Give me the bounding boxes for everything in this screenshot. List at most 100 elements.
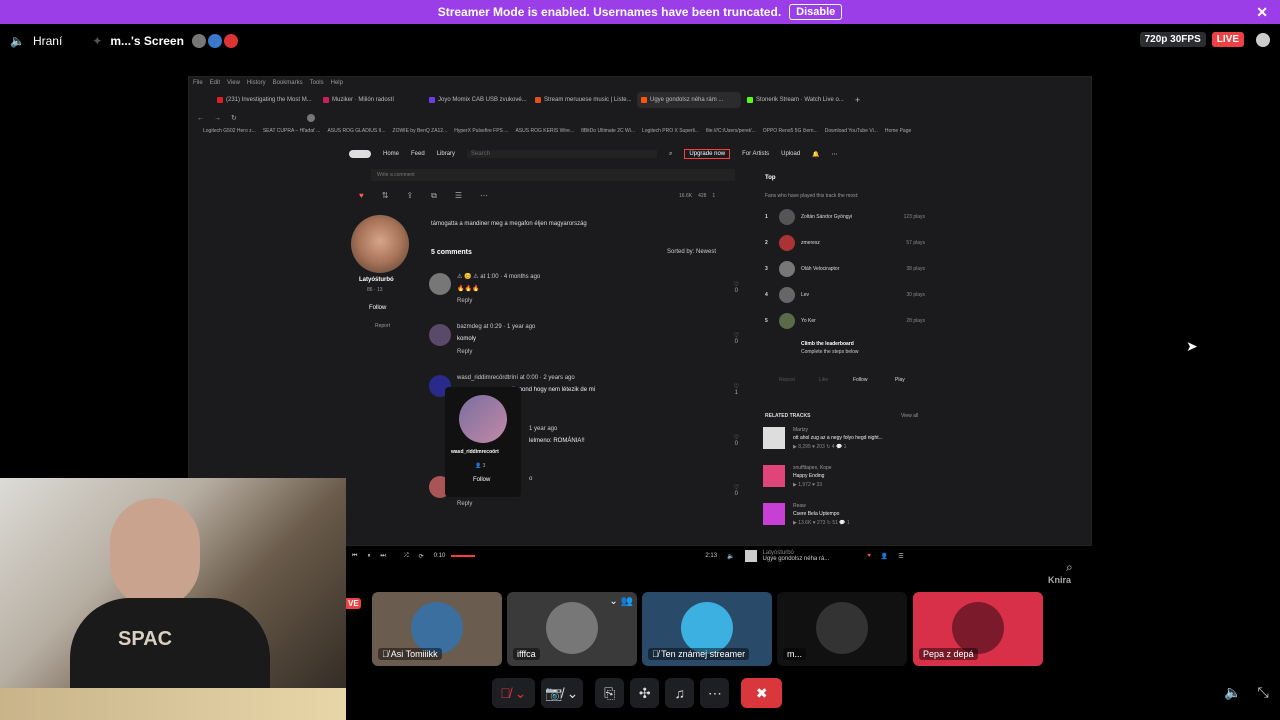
viewer-avatar[interactable] — [191, 34, 206, 48]
bookmark-item[interactable]: file:///C:/Users/peret/... — [706, 128, 756, 134]
commenter-avatar[interactable] — [429, 273, 451, 295]
previous-icon[interactable]: ⏮ — [352, 553, 357, 560]
search-input[interactable]: Search — [467, 150, 658, 158]
participant-tile[interactable]: ifffca ⌄ 👥 — [507, 592, 637, 666]
queue-icon[interactable]: ☰ — [898, 553, 903, 560]
bookmark-item[interactable]: Logitech G502 Hero z... — [203, 128, 256, 134]
reply-button[interactable]: Reply — [457, 298, 472, 304]
copy-icon[interactable]: ⧉ — [431, 191, 437, 201]
comment-like[interactable]: ♡ 0 — [734, 281, 739, 294]
participant-tile[interactable]: m... — [777, 592, 907, 666]
leave-call-button[interactable]: ✖ — [741, 678, 783, 708]
address-bar[interactable]: ← → ↻ — [189, 111, 1091, 125]
soundcloud-logo-icon[interactable] — [349, 150, 371, 158]
more-icon[interactable]: ⋯ — [832, 151, 838, 158]
repost-icon[interactable]: ⇅ — [382, 191, 389, 201]
artist-name[interactable]: Latyóśturbó — [359, 277, 394, 283]
play-action[interactable]: Play — [895, 377, 905, 383]
camera-off-button[interactable]: 📷̸ ⌄ — [540, 678, 584, 708]
mic-muted-button[interactable]: 🎙̸ ⌄ — [492, 678, 535, 708]
hover-card-follow-button[interactable]: Follow — [473, 477, 490, 483]
participant-menu-icon[interactable]: ⌄ 👥 — [609, 596, 633, 607]
comment-like[interactable]: ♡ 0 — [734, 484, 739, 497]
close-icon[interactable]: ✕ — [1256, 4, 1268, 21]
report-link[interactable]: Report — [375, 323, 390, 329]
bookmark-item[interactable]: ASUS ROG GLADIUS II... — [327, 128, 385, 134]
fan-item[interactable]: 5 Yo Ker 28 plays — [765, 311, 925, 331]
browser-tab[interactable]: Muziker · Milión radostí — [319, 92, 423, 108]
forward-icon[interactable]: → — [214, 115, 221, 122]
share-screen-button[interactable]: ⎘ — [595, 678, 625, 708]
menu-history[interactable]: History — [247, 80, 266, 86]
browser-tab[interactable]: Stonerik Stream · Watch Live o... — [743, 92, 847, 108]
nav-feed[interactable]: Feed — [411, 151, 425, 157]
artist-avatar[interactable] — [351, 215, 409, 273]
new-tab-icon[interactable]: + — [855, 95, 860, 105]
chat-icon[interactable] — [1256, 32, 1270, 47]
related-track[interactable]: snuffitapes, Kope Happy Ending ▶ 1,972 ♥… — [763, 465, 923, 499]
fan-item[interactable]: 1 Zoltán Sándor Gyöngyi 123 plays — [765, 207, 925, 227]
participant-tile[interactable]: 🎙̸ Asi Tomiiikk — [372, 592, 502, 666]
shuffle-icon[interactable]: ⤮ — [404, 553, 409, 560]
menu-file[interactable]: File — [193, 80, 203, 86]
menu-edit[interactable]: Edit — [210, 80, 220, 86]
menu-bookmarks[interactable]: Bookmarks — [273, 80, 303, 86]
player-follow-icon[interactable]: 👤 — [881, 553, 888, 560]
more-icon[interactable]: ⋯ — [480, 191, 488, 201]
nav-for-artists[interactable]: For Artists — [742, 151, 769, 157]
soundboard-button[interactable]: ♫ — [665, 678, 695, 708]
nav-library[interactable]: Library — [437, 151, 455, 157]
browser-tab[interactable]: Stream meruuese music | Liste... — [531, 92, 635, 108]
exit-fullscreen-icon[interactable]: ⤡ — [1257, 684, 1268, 701]
related-track[interactable]: Reaw Csere Bela Uptempo ▶ 13.6K ♥ 273 ↻ … — [763, 503, 923, 537]
like-action[interactable]: Like — [819, 377, 828, 383]
reply-button[interactable]: Reply — [457, 501, 472, 507]
fan-item[interactable]: 3 Oláh Velociraptor 38 plays — [765, 259, 925, 279]
bookmark-item[interactable]: 8BitDo Ultimate 2C Wi... — [581, 128, 635, 134]
view-all-link[interactable]: View all — [901, 413, 918, 419]
comment-input[interactable]: Write a comment — [371, 169, 735, 181]
viewer-avatar[interactable] — [207, 34, 222, 48]
bookmark-item[interactable]: ZOWIE by BenQ ZA12... — [393, 128, 448, 134]
follow-action[interactable]: Follow — [853, 377, 867, 383]
playlist-icon[interactable]: ☰ — [455, 191, 462, 201]
sort-dropdown[interactable]: Sorted by: Newest — [667, 249, 716, 255]
upgrade-button[interactable]: Upgrade now — [684, 149, 731, 159]
disable-button[interactable]: Disable — [789, 4, 843, 20]
comment-like[interactable]: ♡ 0 — [734, 434, 739, 447]
menu-view[interactable]: View — [227, 80, 240, 86]
bookmark-item[interactable]: SEAT CUPRA – Hľadať ... — [263, 128, 321, 134]
back-icon[interactable]: ← — [197, 115, 204, 122]
repeat-icon[interactable]: ⟳ — [419, 553, 424, 560]
repost-action[interactable]: Repost — [779, 377, 795, 383]
bookmark-item[interactable]: HyperX Pulsefire FPS ... — [454, 128, 508, 134]
browser-tab-active[interactable]: Ugye gondolsz néha rám ... — [637, 92, 741, 108]
speaker-icon[interactable]: 🔈 — [10, 34, 25, 48]
fan-item[interactable]: 2 zmeresz 57 plays — [765, 233, 925, 253]
nav-upload[interactable]: Upload — [781, 151, 800, 157]
bookmark-item[interactable]: Logitech PRO X Superli... — [642, 128, 699, 134]
search-icon[interactable]: ⌕ — [669, 151, 672, 158]
bookmark-item[interactable]: ASUS ROG KERIS Wire... — [515, 128, 574, 134]
fan-item[interactable]: 4 Lev 30 plays — [765, 285, 925, 305]
nav-home[interactable]: Home — [383, 151, 399, 157]
participant-tile[interactable]: Pepa z depá — [913, 592, 1043, 666]
commenter-avatar[interactable] — [429, 324, 451, 346]
share-icon[interactable]: ⇪ — [406, 191, 413, 201]
next-icon[interactable]: ⏭ — [380, 553, 385, 560]
viewer-avatar[interactable] — [223, 34, 238, 48]
volume-icon[interactable]: 🔈 — [727, 553, 734, 560]
bookmark-item[interactable]: OPPO Reno5 5G čiern... — [763, 128, 818, 134]
hover-card-avatar[interactable] — [459, 395, 507, 443]
browser-tab[interactable]: Joyo Momix CAB USB zvukové... — [425, 92, 529, 108]
bookmark-item[interactable]: Download YouTube Vi... — [825, 128, 878, 134]
bookmark-item[interactable]: Home Page — [885, 128, 911, 134]
comment-like[interactable]: ♡ 0 — [734, 332, 739, 345]
menu-tools[interactable]: Tools — [310, 80, 324, 86]
menu-help[interactable]: Help — [331, 80, 343, 86]
bell-icon[interactable]: 🔔 — [812, 151, 819, 158]
like-icon[interactable]: ♥ — [359, 191, 364, 201]
leaderboard-title[interactable]: Climb the leaderboard — [801, 341, 854, 347]
follow-button[interactable]: Follow — [369, 305, 386, 311]
activities-button[interactable]: ✣ — [630, 678, 660, 708]
